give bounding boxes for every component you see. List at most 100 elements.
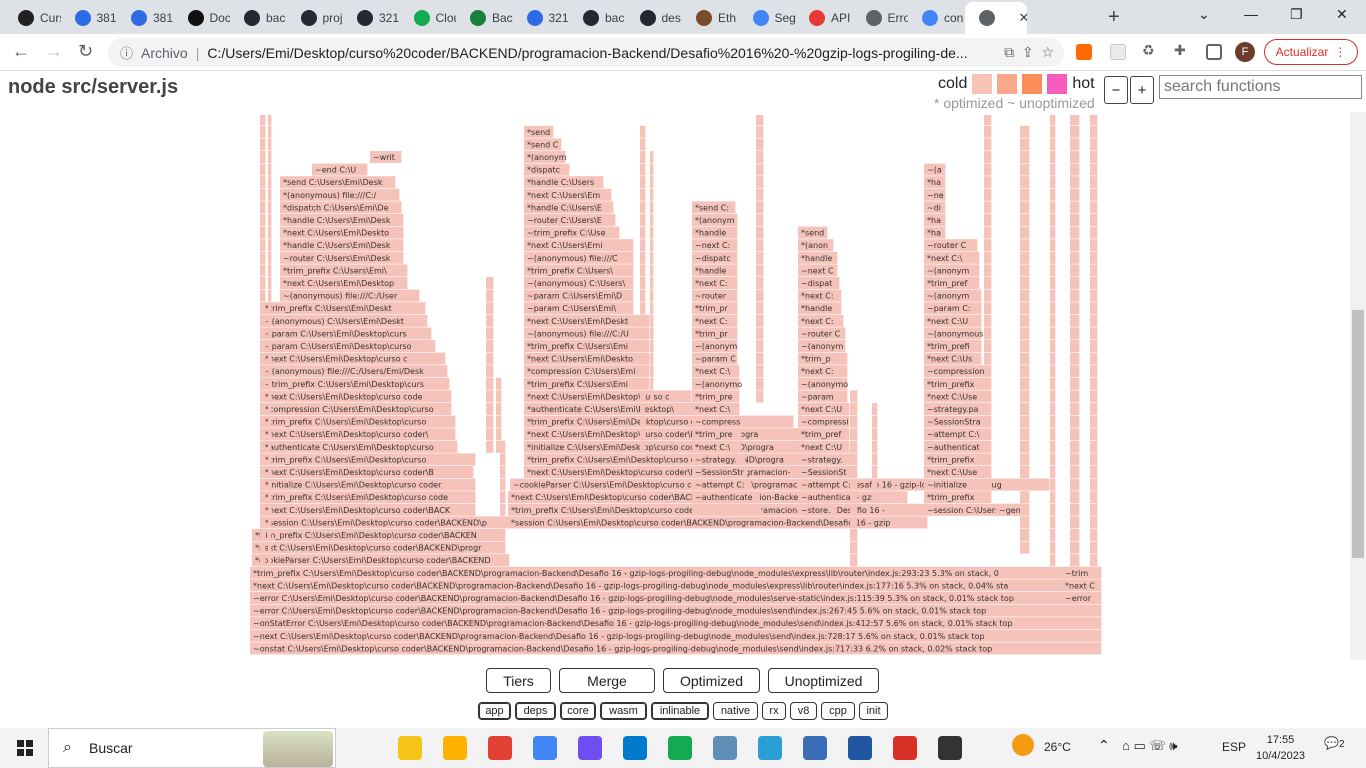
flame-frame[interactable]: ~next C [798,264,838,277]
flame-frame[interactable] [1090,453,1098,466]
flame-frame[interactable] [756,314,764,327]
flame-frame-rect[interactable] [984,327,992,340]
page-scrollbar-thumb[interactable] [1352,310,1364,558]
flame-frame[interactable] [486,340,494,352]
flame-frame-rect[interactable] [650,201,654,214]
flame-frame[interactable] [268,440,272,453]
flame-frame-rect[interactable] [268,403,272,415]
flame-frame-rect[interactable] [872,440,878,453]
flame-frame-rect[interactable] [850,541,858,554]
flame-frame[interactable]: ~SessionStr [692,466,748,478]
flame-frame-rect[interactable] [1090,302,1098,315]
flame-frame[interactable] [756,277,764,289]
flame-frame-rect[interactable] [1050,176,1056,189]
flame-frame[interactable]: *(anonym [524,151,567,163]
flame-frame[interactable] [1050,314,1056,327]
flame-frame-rect[interactable] [872,415,878,428]
flame-frame[interactable] [260,151,266,163]
flame-frame-rect[interactable] [1050,151,1056,163]
flame-frame[interactable] [260,239,266,252]
flame-frame[interactable] [756,239,764,252]
flame-frame[interactable]: ~param C:\Users\Emi\Desktop\curso [262,340,436,352]
flame-frame[interactable] [268,226,272,239]
flame-frame-rect[interactable] [1050,554,1056,567]
flame-frame[interactable]: ~(anonymo [692,377,742,390]
flame-frame[interactable] [500,453,506,466]
extension-icon[interactable] [1076,44,1092,60]
flame-frame[interactable] [984,302,992,315]
search-functions-input[interactable] [1159,75,1362,99]
flame-frame[interactable] [268,277,272,289]
flame-frame[interactable]: *next C:\ [692,403,740,415]
flame-frame[interactable] [496,403,502,415]
flame-frame[interactable] [984,251,992,264]
flame-frame-rect[interactable] [1070,176,1080,189]
chip-cpp[interactable]: cpp [821,702,855,720]
flame-frame[interactable]: ~(anonymous) file:///C:/U [524,327,650,340]
chip-wasm[interactable]: wasm [600,702,647,720]
flame-frame[interactable] [984,226,992,239]
flame-frame[interactable]: *next C:\Users\Emi [524,239,634,252]
flame-frame-rect[interactable] [756,163,764,176]
flame-frame-rect[interactable] [850,491,858,504]
flame-frame[interactable] [1050,491,1056,504]
flame-frame-rect[interactable] [640,188,646,201]
flame-frame-rect[interactable] [1020,214,1030,226]
flame-frame[interactable] [640,415,646,428]
flame-frame-rect[interactable] [1070,327,1080,340]
flame-frame[interactable] [1020,390,1030,403]
flame-frame-rect[interactable] [640,403,646,415]
flame-frame-rect[interactable] [984,264,992,277]
flame-frame[interactable] [268,251,272,264]
flame-frame-rect[interactable] [1090,289,1098,302]
flame-frame-rect[interactable] [486,352,494,365]
flame-frame[interactable] [640,352,646,365]
flame-frame-rect[interactable] [984,390,992,403]
flame-frame-rect[interactable] [1090,428,1098,441]
flame-frame[interactable]: *next C: [692,314,738,327]
flame-frame-rect[interactable] [486,340,494,352]
flame-frame-rect[interactable] [1090,503,1098,516]
flame-frame[interactable] [1020,529,1030,541]
flame-frame-rect[interactable] [260,201,266,214]
flame-frame-rect[interactable] [1020,151,1030,163]
flame-frame-rect[interactable] [1050,466,1056,478]
flame-frame[interactable]: *next C:\Users\Emi\Desktop\curso code [262,390,452,403]
flame-frame-rect[interactable] [756,289,764,302]
flame-frame[interactable] [260,390,266,403]
flame-frame[interactable] [756,302,764,315]
flame-frame[interactable] [640,377,646,390]
flame-frame-rect[interactable] [268,176,272,189]
flame-frame[interactable] [260,226,266,239]
flame-frame-rect[interactable] [1020,125,1030,138]
flame-frame[interactable] [1090,478,1098,491]
flame-frame[interactable]: ~strategy. [692,453,746,466]
flame-frame[interactable]: *next C:\Users\Emi\Desktop\curso c [262,352,446,365]
flame-frame-rect[interactable] [1070,115,1080,126]
flame-frame-rect[interactable] [1090,554,1098,567]
flame-frame[interactable] [500,466,506,478]
flame-frame-rect[interactable] [268,138,272,151]
taskbar-app-icon[interactable] [803,736,827,760]
flame-frame[interactable] [1050,125,1056,138]
flame-frame-rect[interactable] [640,125,646,138]
flame-frame[interactable]: *next C:\Us [924,352,982,365]
flame-frame[interactable] [260,466,266,478]
flame-frame[interactable] [1050,466,1056,478]
flame-frame[interactable] [500,491,506,504]
flame-frame-rect[interactable] [640,352,646,365]
flame-frame[interactable] [1020,289,1030,302]
flame-frame[interactable] [268,491,272,504]
browser-tab[interactable]: API [795,4,852,32]
flame-frame[interactable] [850,503,858,516]
flame-frame[interactable]: ~(anonym [692,340,737,352]
flame-frame[interactable] [500,503,506,516]
flame-frame[interactable] [850,390,858,403]
flame-frame[interactable] [984,115,992,126]
flame-frame[interactable] [268,115,272,126]
chip-rx[interactable]: rx [762,702,786,720]
flame-frame[interactable] [650,352,654,365]
flame-frame[interactable]: ~(anonymous) C:\Users\ [524,277,634,289]
flame-frame[interactable] [984,466,992,478]
flame-frame-rect[interactable] [984,466,992,478]
